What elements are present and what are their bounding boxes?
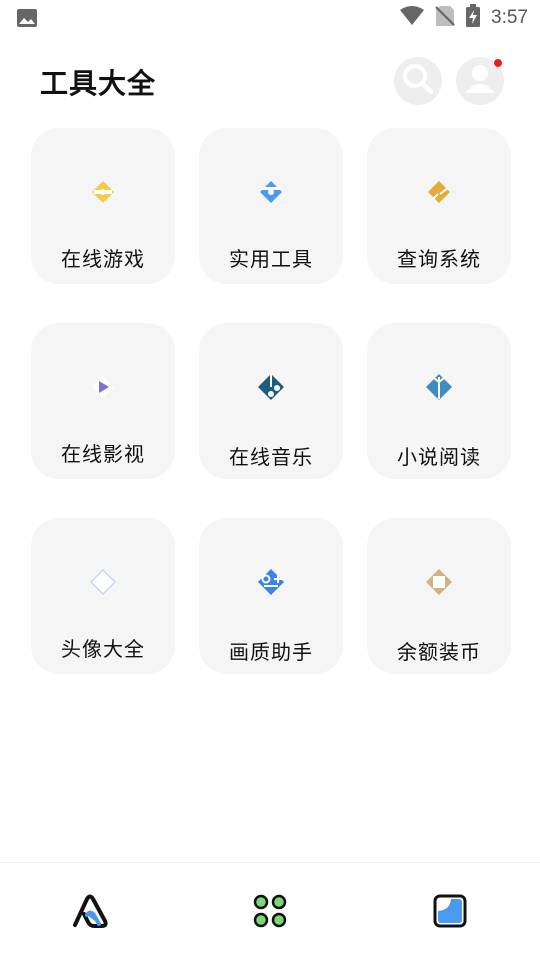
category-card-novel-reading[interactable]: 小说阅读	[367, 323, 511, 479]
category-card-online-games[interactable]: 在线游戏	[31, 128, 175, 284]
nav-apps[interactable]	[250, 893, 290, 933]
game-icon	[88, 177, 118, 207]
quality-icon	[256, 567, 286, 597]
category-card-online-music[interactable]: 在线音乐	[199, 323, 343, 479]
avatar-icon	[88, 567, 118, 597]
nav-gallery[interactable]	[430, 893, 470, 933]
notification-dot	[493, 58, 503, 68]
home-logo-icon	[70, 893, 110, 933]
category-card-avatars[interactable]: 头像大全	[31, 518, 175, 674]
category-label: 画质助手	[229, 640, 313, 664]
apps-grid-icon	[252, 893, 288, 933]
video-icon	[88, 372, 118, 402]
category-label: 在线影视	[61, 442, 145, 466]
category-card-quality-assistant[interactable]: 画质助手	[199, 518, 343, 674]
category-card-query-system[interactable]: 查询系统	[367, 128, 511, 284]
category-label: 在线游戏	[61, 247, 145, 271]
gallery-icon	[432, 893, 468, 933]
status-bar: 3:57	[0, 0, 540, 36]
search-icon	[401, 62, 435, 100]
category-label: 小说阅读	[397, 445, 481, 469]
tool-icon	[256, 177, 286, 207]
category-label: 在线音乐	[229, 445, 313, 469]
category-label: 头像大全	[61, 637, 145, 661]
search-button[interactable]	[394, 57, 442, 105]
book-icon	[424, 372, 454, 402]
page-title: 工具大全	[40, 67, 157, 100]
nav-home[interactable]	[70, 893, 110, 933]
music-icon	[256, 372, 286, 402]
wifi-icon	[399, 6, 425, 30]
battery-charging-icon	[465, 4, 481, 32]
coin-icon	[424, 567, 454, 597]
category-card-utility-tools[interactable]: 实用工具	[199, 128, 343, 284]
image-icon	[16, 8, 38, 32]
category-card-online-video[interactable]: 在线影视	[31, 323, 175, 479]
category-label: 查询系统	[397, 247, 481, 271]
category-card-balance-coins[interactable]: 余额装币	[367, 518, 511, 674]
status-time: 3:57	[491, 7, 528, 28]
category-label: 余额装币	[397, 640, 481, 664]
bottom-nav	[0, 862, 540, 960]
category-label: 实用工具	[229, 247, 313, 271]
profile-button[interactable]	[456, 57, 504, 105]
query-icon	[424, 177, 454, 207]
no-sim-icon	[435, 5, 455, 31]
